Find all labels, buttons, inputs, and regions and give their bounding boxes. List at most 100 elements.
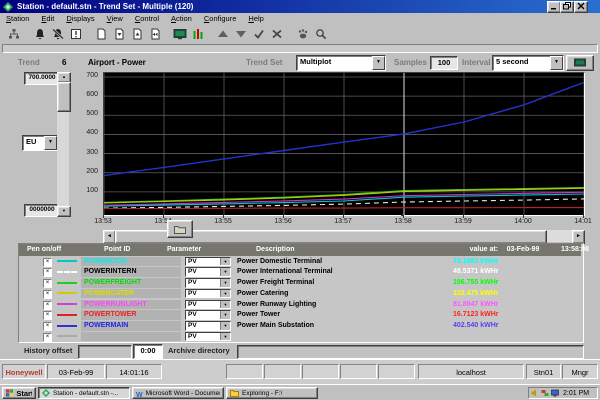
pen-checkbox[interactable]: × xyxy=(43,268,52,277)
point-id-field[interactable]: POWERTOWER xyxy=(81,310,181,320)
close-button[interactable] xyxy=(574,1,588,13)
pen-checkbox[interactable]: × xyxy=(43,322,52,331)
chevron-down-icon[interactable]: ▼ xyxy=(220,258,230,266)
restore-button[interactable] xyxy=(560,1,574,13)
taskbar-task-2[interactable]: WMicrosoft Word - Document5 xyxy=(132,387,224,399)
toolbar-page-button[interactable] xyxy=(92,26,110,42)
toolbar-trend-bars-button[interactable] xyxy=(189,26,207,42)
point-value: 102.475 kWHr xyxy=(453,290,553,297)
vertical-scrollbar[interactable]: ▲ ▼ xyxy=(57,72,69,215)
menu-item-view[interactable]: View xyxy=(101,13,129,24)
toolbar-lower-button[interactable] xyxy=(232,26,250,42)
chevron-down-icon[interactable]: ▼ xyxy=(220,333,230,341)
interval-select[interactable]: 5 second ▼ xyxy=(492,55,564,71)
menu-item-station[interactable]: Station xyxy=(0,13,35,24)
toolbar-page-up-button[interactable] xyxy=(128,26,146,42)
archive-directory-field[interactable] xyxy=(237,345,584,359)
parameter-select[interactable]: PV▼ xyxy=(185,257,231,267)
volume-icon[interactable] xyxy=(531,389,539,397)
parameter-value: PV xyxy=(186,268,220,276)
vertical-scroll-thumb[interactable] xyxy=(57,82,71,112)
menu-item-displays[interactable]: Displays xyxy=(60,13,100,24)
chevron-down-icon[interactable]: ▼ xyxy=(220,311,230,319)
pen-checkbox[interactable]: × xyxy=(43,311,52,320)
chevron-down-icon[interactable]: ▼ xyxy=(44,136,57,150)
scroll-down-icon[interactable]: ▼ xyxy=(57,206,71,217)
trend-display-button[interactable] xyxy=(566,55,594,71)
parameter-select[interactable]: PV▼ xyxy=(185,321,231,331)
toolbar-associated-display-button[interactable] xyxy=(146,26,164,42)
menu-item-edit[interactable]: Edit xyxy=(35,13,60,24)
point-id-field[interactable]: POWERMAIN xyxy=(81,321,181,331)
trend-set-select[interactable]: Multiplot ▼ xyxy=(296,55,386,71)
task-label: Microsoft Word - Document5 xyxy=(146,390,220,397)
point-id-field[interactable] xyxy=(81,332,181,342)
menu-item-control[interactable]: Control xyxy=(129,13,165,24)
trend-chart xyxy=(104,73,584,215)
parameter-select[interactable]: PV▼ xyxy=(185,300,231,310)
parameter-select[interactable]: PV▼ xyxy=(185,310,231,320)
samples-input[interactable]: 100 xyxy=(430,56,458,70)
toolbar-alarm-bell-button[interactable] xyxy=(31,26,49,42)
pen-checkbox[interactable]: × xyxy=(43,258,52,267)
history-folder-button[interactable] xyxy=(167,220,193,238)
point-id-field[interactable]: POWERCATER xyxy=(81,289,181,299)
header-point-id: Point ID xyxy=(104,244,130,256)
minimize-button[interactable] xyxy=(547,1,561,13)
system-tray: 2:01 PM xyxy=(528,387,598,399)
point-id-field[interactable]: POWERFREIGHT xyxy=(81,278,181,288)
pen-checkbox[interactable]: × xyxy=(43,301,52,310)
menu-item-help[interactable]: Help xyxy=(242,13,269,24)
toolbar-alarm-disable-button[interactable] xyxy=(49,26,67,42)
toolbar-detail-display-button[interactable] xyxy=(171,26,189,42)
scroll-right-icon[interactable]: ► xyxy=(572,230,585,244)
toolbar-station-tree-button[interactable] xyxy=(5,26,23,42)
start-button[interactable]: Start xyxy=(2,387,36,399)
toolbar-alarm-summary-button[interactable] xyxy=(67,26,85,42)
toolbar-raise-button[interactable] xyxy=(214,26,232,42)
trend-plot[interactable] xyxy=(103,72,585,216)
network-icon[interactable] xyxy=(541,389,549,397)
chevron-down-icon[interactable]: ▼ xyxy=(220,290,230,298)
chevron-down-icon[interactable]: ▼ xyxy=(220,279,230,287)
point-id-field[interactable]: POWERDOM xyxy=(81,257,181,267)
display-icon[interactable] xyxy=(551,389,559,397)
parameter-value: PV xyxy=(186,322,220,330)
point-id-field[interactable]: POWERRUNLIGHT xyxy=(81,300,181,310)
toolbar-clear-button[interactable] xyxy=(268,26,286,42)
chevron-down-icon[interactable]: ▼ xyxy=(372,56,385,70)
chevron-down-icon[interactable]: ▼ xyxy=(550,56,563,70)
range-min-input[interactable]: 0000000 xyxy=(24,204,60,217)
taskbar-task-1[interactable]: Station - default.stn -... xyxy=(38,387,130,399)
point-description: Power Runway Lighting xyxy=(237,301,316,308)
menu-item-action[interactable]: Action xyxy=(165,13,198,24)
history-offset-time[interactable]: 0:00 xyxy=(133,344,163,359)
pen-checkbox[interactable]: × xyxy=(43,279,52,288)
toolbar-zoom-button[interactable] xyxy=(312,26,330,42)
pen-checkbox[interactable]: × xyxy=(43,333,52,342)
parameter-select[interactable]: PV▼ xyxy=(185,289,231,299)
cursor-marker-icon[interactable]: ▲ xyxy=(400,212,405,218)
parameter-select[interactable]: PV▼ xyxy=(185,278,231,288)
unit-select[interactable]: EU ▼ xyxy=(22,135,58,151)
taskbar-task-3[interactable]: Exploring - F:\ xyxy=(226,387,318,399)
history-offset-field[interactable] xyxy=(78,345,132,359)
start-label: Start xyxy=(16,389,32,398)
windows-logo-icon xyxy=(6,389,13,397)
toolbar-command-button[interactable] xyxy=(294,26,312,42)
chevron-down-icon[interactable]: ▼ xyxy=(220,322,230,330)
chevron-down-icon[interactable]: ▼ xyxy=(220,301,230,309)
parameter-select[interactable]: PV▼ xyxy=(185,332,231,342)
point-description: Power Freight Terminal xyxy=(237,279,314,286)
parameter-select[interactable]: PV▼ xyxy=(185,267,231,277)
point-value: 402.540 kWHr xyxy=(453,322,553,329)
menu-item-configure[interactable]: Configure xyxy=(198,13,243,24)
chevron-down-icon[interactable]: ▼ xyxy=(220,268,230,276)
pen-checkbox[interactable]: × xyxy=(43,290,52,299)
toolbar-page-down-button[interactable] xyxy=(110,26,128,42)
toolbar-acknowledge-button[interactable] xyxy=(250,26,268,42)
point-id-field[interactable]: POWERINTERN xyxy=(81,267,181,277)
trend-display-icon xyxy=(574,58,586,68)
range-max-input[interactable]: 700.0000 xyxy=(24,72,60,85)
detail-display-icon xyxy=(173,28,187,40)
